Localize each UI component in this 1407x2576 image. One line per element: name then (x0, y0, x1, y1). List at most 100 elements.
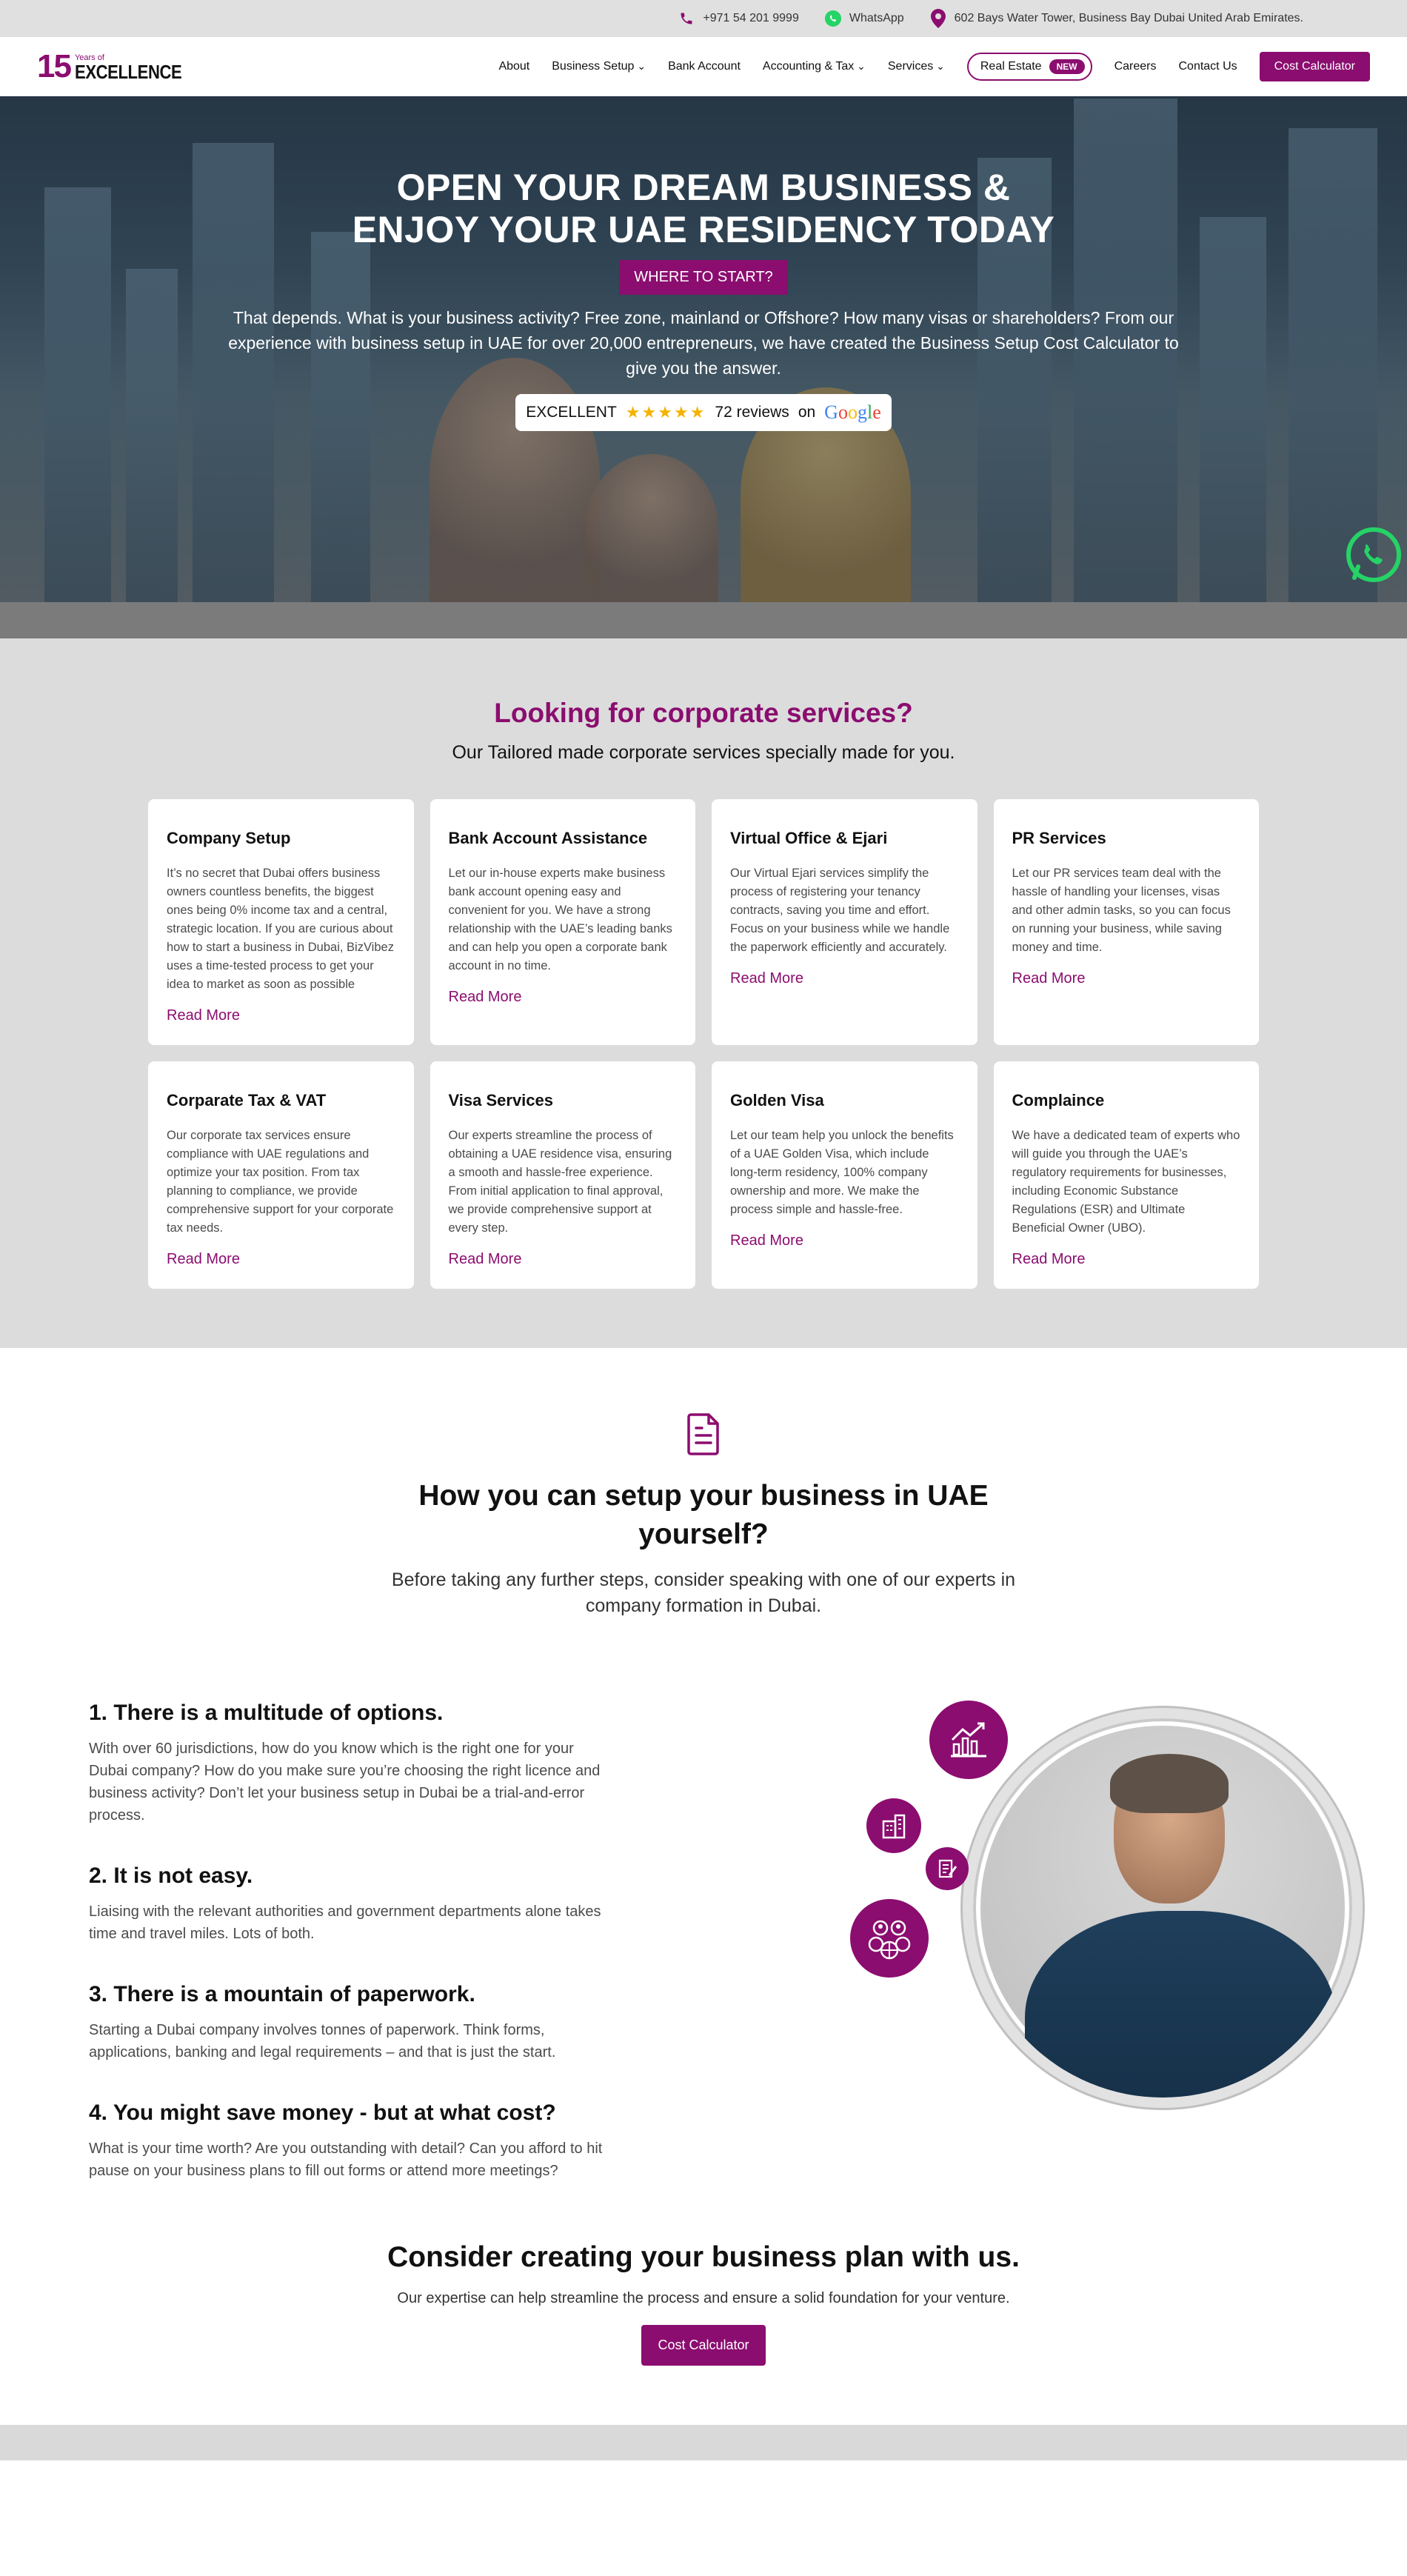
site-logo[interactable]: 15 Years of EXCELLENCE (37, 47, 201, 84)
read-more-link[interactable]: Read More (167, 1007, 240, 1024)
setup-yourself-section: How you can setup your business in UAE y… (0, 1348, 1407, 2219)
service-card-title: Visa Services (448, 1091, 554, 1110)
services-grid: Company Setup It’s no secret that Dubai … (148, 799, 1259, 1289)
read-more-link[interactable]: Read More (730, 1232, 803, 1249)
nav-business-setup-label: Business Setup (552, 59, 635, 73)
service-card-company-setup: Company Setup It’s no secret that Dubai … (148, 799, 414, 1045)
whatsapp-float-icon (1346, 527, 1401, 582)
service-card-text: Our experts streamline the process of ob… (448, 1129, 672, 1235)
google-reviews-badge[interactable]: EXCELLENT ★★★★★ 72 reviews on Google (515, 394, 892, 431)
hero-description: That depends. What is your business acti… (228, 308, 1179, 378)
hero-title: OPEN YOUR DREAM BUSINESS & ENJOY YOUR UA… (0, 167, 1407, 251)
nav-services[interactable]: Services (888, 60, 945, 73)
nav-contact[interactable]: Contact Us (1178, 60, 1237, 73)
document-icon (684, 1412, 723, 1456)
step-title: 2. It is not easy. (89, 1863, 253, 1888)
whatsapp-float-button[interactable] (1345, 526, 1403, 584)
logo-excellence: EXCELLENCE (74, 60, 182, 83)
setup-yourself-lead: Before taking any further steps, conside… (0, 1567, 1407, 1619)
step-item: 1. There is a multitude of options. With… (89, 1701, 604, 1826)
nav-bank-account[interactable]: Bank Account (668, 60, 741, 73)
new-badge: NEW (1049, 59, 1085, 74)
service-card-title: Golden Visa (730, 1091, 824, 1110)
cost-calculator-nav-button[interactable]: Cost Calculator (1259, 51, 1370, 81)
read-more-link[interactable]: Read More (1012, 1251, 1086, 1268)
corporate-services-section: Looking for corporate services? Our Tail… (0, 638, 1407, 1348)
service-card-visa-services: Visa Services Our experts streamline the… (430, 1061, 695, 1289)
read-more-link[interactable]: Read More (449, 989, 522, 1006)
service-card-title: PR Services (1012, 829, 1106, 847)
read-more-link[interactable]: Read More (730, 970, 803, 987)
building-icon (866, 1798, 921, 1853)
growth-chart-icon (929, 1701, 1008, 1779)
service-card-text: It’s no secret that Dubai offers busines… (167, 867, 394, 991)
business-plan-cta: Consider creating your business plan wit… (0, 2219, 1407, 2425)
reviews-on: on (798, 404, 816, 421)
service-card-text: Let our PR services team deal with the h… (1012, 867, 1231, 954)
service-card-pr-services: PR Services Let our PR services team dea… (993, 799, 1259, 1045)
setup-title-line1: How you can setup your business in UAE (418, 1480, 989, 1512)
consultant-photo (963, 1708, 1363, 2108)
lead-line1: Before taking any further steps, conside… (391, 1569, 1016, 1590)
step-title: 3. There is a mountain of paperwork. (89, 1982, 475, 2006)
cost-calculator-cta-button[interactable]: Cost Calculator (641, 2325, 766, 2366)
service-card-text: Let our team help you unlock the benefit… (730, 1129, 954, 1216)
service-card-title: Bank Account Assistance (448, 829, 648, 847)
services-title: Looking for corporate services? (494, 698, 913, 728)
services-subtitle: Our Tailored made corporate services spe… (452, 742, 955, 763)
consultant-body (1025, 1911, 1336, 2098)
whatsapp-label: WhatsApp (849, 12, 904, 24)
step-text: With over 60 jurisdictions, how do you k… (89, 1741, 601, 1823)
setup-yourself-title: How you can setup your business in UAE y… (0, 1477, 1407, 1554)
nav-business-setup[interactable]: Business Setup (552, 60, 646, 73)
step-item: 2. It is not easy. Liaising with the rel… (89, 1863, 604, 1945)
nav-links: About Business Setup Bank Account Accoun… (498, 51, 1370, 81)
phone-icon (678, 10, 695, 27)
logo-number: 15 (37, 47, 72, 84)
star-rating-icon: ★★★★★ (625, 403, 706, 421)
footer-band (0, 2425, 1407, 2460)
phone-number: +971 54 201 9999 (703, 12, 799, 24)
nav-accounting-tax[interactable]: Accounting & Tax (763, 60, 866, 73)
consultant-hair (1110, 1754, 1229, 1813)
step-item: 3. There is a mountain of paperwork. Sta… (89, 1982, 604, 2063)
steps-list: 1. There is a multitude of options. With… (70, 1701, 604, 2219)
address-contact[interactable]: 602 Bays Water Tower, Business Bay Dubai… (929, 9, 1303, 28)
setup-steps: 1. There is a multitude of options. With… (70, 1701, 1363, 2219)
nav-real-estate-button[interactable]: Real Estate NEW (966, 52, 1092, 81)
main-navbar: 15 Years of EXCELLENCE About Business Se… (0, 37, 1407, 96)
global-team-icon (850, 1899, 929, 1978)
consultant-illustration (744, 1701, 1363, 2175)
where-to-start-button[interactable]: WHERE TO START? (619, 260, 788, 295)
whatsapp-contact[interactable]: WhatsApp (824, 10, 904, 27)
hero-content: OPEN YOUR DREAM BUSINESS & ENJOY YOUR UA… (0, 96, 1407, 431)
logo-words: Years of EXCELLENCE (74, 53, 201, 83)
top-contact-bar: +971 54 201 9999 WhatsApp 602 Bays Water… (0, 0, 1407, 37)
rating-label: EXCELLENT (526, 404, 617, 421)
step-text: What is your time worth? Are you outstan… (89, 2140, 603, 2179)
document-edit-icon (926, 1847, 969, 1890)
review-count: 72 reviews (715, 404, 789, 421)
service-card-title: Company Setup (167, 829, 291, 847)
nav-about[interactable]: About (498, 60, 529, 73)
step-title: 1. There is a multitude of options. (89, 1701, 444, 1725)
cta-text: Our expertise can help streamline the pr… (397, 2290, 1010, 2306)
setup-title-line2: yourself? (638, 1518, 769, 1550)
service-card-text: Our corporate tax services ensure compli… (167, 1129, 394, 1235)
read-more-link[interactable]: Read More (1012, 970, 1086, 987)
phone-contact[interactable]: +971 54 201 9999 (678, 10, 799, 27)
read-more-link[interactable]: Read More (167, 1251, 240, 1268)
nav-careers[interactable]: Careers (1114, 60, 1157, 73)
hero-section: OPEN YOUR DREAM BUSINESS & ENJOY YOUR UA… (0, 96, 1407, 602)
service-card-title: Corparate Tax & VAT (167, 1091, 327, 1110)
hero-title-line1: OPEN YOUR DREAM BUSINESS & (396, 167, 1011, 208)
read-more-link[interactable]: Read More (449, 1251, 522, 1268)
service-card-virtual-office: Virtual Office & Ejari Our Virtual Ejari… (712, 799, 977, 1045)
google-logo-icon: Google (824, 401, 881, 423)
hero-title-line2: ENJOY YOUR UAE RESIDENCY TODAY (352, 209, 1055, 250)
lead-line2: company formation in Dubai. (585, 1595, 822, 1616)
service-card-text: Let our in-house experts make business b… (448, 867, 672, 972)
nav-services-label: Services (887, 59, 934, 73)
cta-title: Consider creating your business plan wit… (387, 2241, 1020, 2273)
service-card-bank-account: Bank Account Assistance Let our in-house… (430, 799, 695, 1045)
